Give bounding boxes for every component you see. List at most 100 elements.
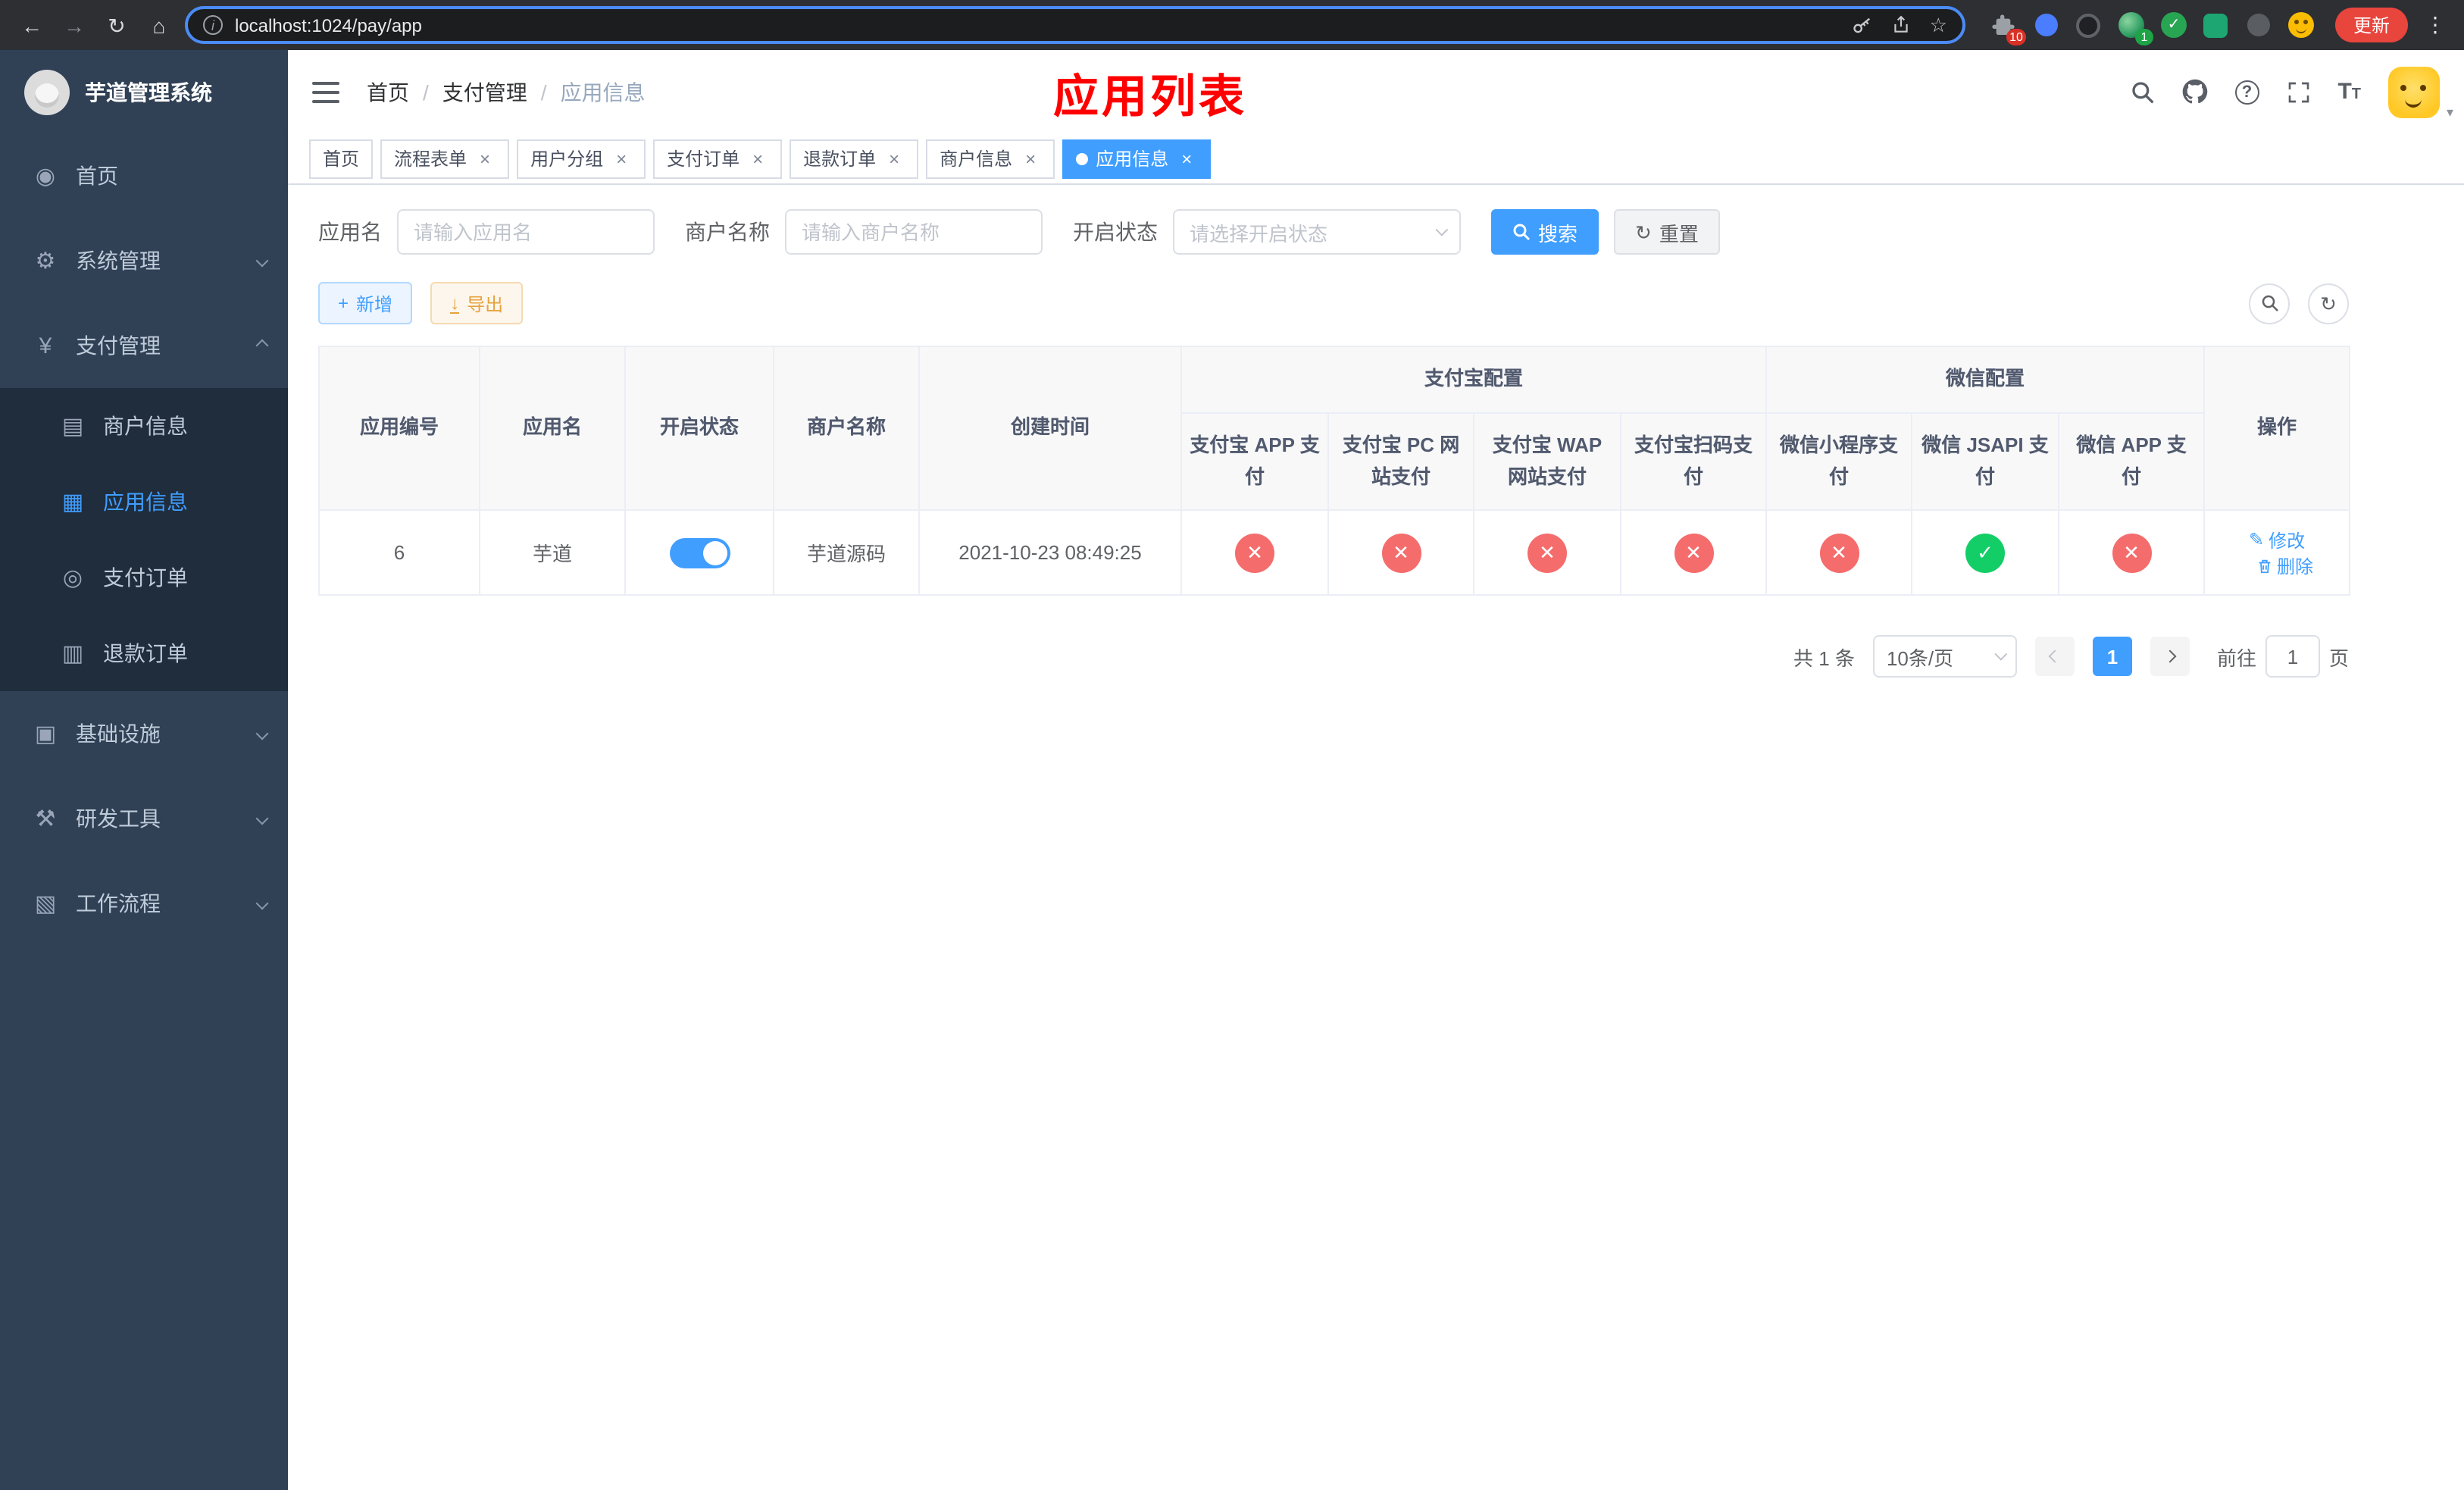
sidebar-item-infrastructure[interactable]: ▣ 基础设施 [0,691,288,776]
edit-button[interactable]: ✎ 修改 [2249,527,2305,553]
refresh-table-button[interactable]: ↻ [2308,283,2349,324]
sidebar-item-system[interactable]: ⚙ 系统管理 [0,218,288,303]
col-group-wechat: 微信配置 [1765,346,2206,414]
extension-dark-icon[interactable] [2075,11,2103,39]
export-button[interactable]: ↓ 导出 [430,282,524,324]
breadcrumb-home[interactable]: 首页 [367,77,409,107]
sidebar-collapse-icon[interactable] [312,81,339,102]
help-icon[interactable]: ? [2234,80,2259,104]
sidebar-item-dev-tools[interactable]: ⚒ 研发工具 [0,776,288,861]
chevron-down-icon [1435,223,1449,236]
search-icon[interactable] [2130,80,2154,104]
tab-user-group[interactable]: 用户分组 × [517,139,646,178]
tab-app-info[interactable]: 应用信息 × [1062,139,1212,178]
user-avatar[interactable]: ▾ [2388,66,2453,119]
page-content: 应用名 商户名称 开启状态 请选择开启状态 [288,185,2464,1490]
font-size-icon[interactable]: TT [2337,80,2361,103]
cell-wechat-app: ✕ [2058,509,2206,596]
address-bar[interactable]: i localhost:1024/pay/app ☆ [185,6,1965,44]
extension-emoji-icon[interactable] [2287,11,2315,39]
close-icon[interactable]: × [747,148,768,169]
sidebar-item-refund-order[interactable]: ▥ 退款订单 [0,615,288,691]
breadcrumb-section[interactable]: 支付管理 [442,77,527,107]
reset-button[interactable]: ↻ 重置 [1614,209,1720,255]
col-alipay-qr: 支付宝扫码支付 [1619,412,1768,512]
sidebar-item-home[interactable]: ◉ 首页 [0,133,288,218]
back-icon[interactable]: ← [15,8,48,42]
url-text[interactable]: localhost:1024/pay/app [235,14,1840,36]
filter-form: 应用名 商户名称 开启状态 请选择开启状态 [318,209,2434,255]
page-size-select[interactable]: 10条/页 [1872,635,2017,678]
chevron-down-icon [1994,648,2008,662]
toggle-search-button[interactable] [2249,283,2290,324]
sidebar-item-workflow[interactable]: ▧ 工作流程 [0,861,288,946]
status-toggle[interactable] [669,537,730,568]
closed-status-icon: ✕ [1819,533,1859,573]
toolbar-right-actions: ↻ [2249,283,2349,324]
close-icon[interactable]: × [1020,148,1041,169]
status-select[interactable]: 请选择开启状态 [1173,209,1461,255]
extension-green-square-icon[interactable] [2202,11,2231,39]
col-alipay-app: 支付宝 APP 支付 [1180,412,1329,512]
delete-button[interactable]: 删除 [2256,553,2313,579]
tabs-bar: 首页 流程表单 × 用户分组 × 支付订单 × 退款订单 × 商户信息 × 应用… [288,133,2464,185]
chevron-down-icon: ▾ [2446,104,2453,119]
cell-alipay-app: ✕ [1180,509,1329,596]
sidebar-item-pay-order[interactable]: ◎ 支付订单 [0,540,288,615]
browser-menu-icon[interactable]: ⋮ [2422,12,2449,38]
tab-pay-order[interactable]: 支付订单 × [653,139,783,178]
extension-check-icon[interactable]: ✓ [2159,11,2188,39]
site-info-icon[interactable]: i [203,15,223,35]
reload-icon[interactable]: ↻ [100,8,133,42]
password-key-icon[interactable] [1853,14,1874,36]
cell-app-id: 6 [318,509,480,596]
extensions-area: 10 1 ✓ 更新 ⋮ [1975,8,2449,45]
sidebar-item-app-info[interactable]: ▦ 应用信息 [0,464,288,540]
prev-page-button[interactable] [2034,637,2075,677]
home-icon[interactable]: ⌂ [142,8,176,42]
merchant-name-input[interactable] [785,209,1043,255]
tab-home[interactable]: 首页 [309,139,374,178]
cell-actions: ✎ 修改 删除 [2203,509,2351,596]
profile-extension-icon[interactable]: 1 [2117,11,2153,45]
close-icon[interactable]: × [611,148,632,169]
extensions-puzzle-icon[interactable]: 10 [1990,11,2026,45]
tab-refund-order[interactable]: 退款订单 × [790,139,919,178]
sidebar-item-payment[interactable]: ¥ 支付管理 [0,303,288,388]
extension-badge: 10 [2006,29,2026,45]
close-icon[interactable]: × [883,148,905,169]
fullscreen-icon[interactable] [2286,80,2310,104]
github-icon[interactable] [2181,79,2207,105]
profile-badge: 1 [2134,29,2153,45]
header-actions: ? TT ▾ [2130,66,2453,119]
browser-update-button[interactable]: 更新 [2334,8,2408,42]
logo-avatar [24,69,70,114]
next-page-button[interactable] [2150,637,2190,677]
col-app-id: 应用编号 [318,345,480,512]
goto-page-input[interactable] [2265,635,2320,678]
app-title: 芋道管理系统 [85,80,212,104]
page-number-1[interactable]: 1 [2092,637,2132,677]
sidebar-logo[interactable]: 芋道管理系统 [0,50,288,133]
tab-process-form[interactable]: 流程表单 × [380,139,510,178]
goto-label: 前往 [2216,646,2256,670]
close-icon[interactable]: × [1176,148,1197,169]
closed-status-icon: ✕ [2112,533,2152,573]
search-button[interactable]: 搜索 [1491,209,1599,255]
extension-blue-icon[interactable] [2032,11,2061,39]
forward-icon[interactable]: → [58,8,91,42]
tab-merchant-info[interactable]: 商户信息 × [926,139,1055,178]
chevron-up-icon [255,339,269,352]
edit-icon: ✎ [2248,529,2265,551]
extension-pin-icon[interactable] [2244,11,2273,39]
share-icon[interactable] [1892,15,1912,35]
table-toolbar: + 新增 ↓ 导出 ↻ [318,282,2349,324]
close-icon[interactable]: × [474,148,496,169]
browser-toolbar: ← → ↻ ⌂ i localhost:1024/pay/app ☆ 10 1 … [0,0,2464,50]
app-name-input[interactable] [397,209,655,255]
col-app-name: 应用名 [479,345,626,512]
bookmark-star-icon[interactable]: ☆ [1930,15,1947,35]
chevron-down-icon [255,812,269,825]
sidebar-item-merchant-info[interactable]: ▤ 商户信息 [0,388,288,464]
add-button[interactable]: + 新增 [318,282,413,324]
